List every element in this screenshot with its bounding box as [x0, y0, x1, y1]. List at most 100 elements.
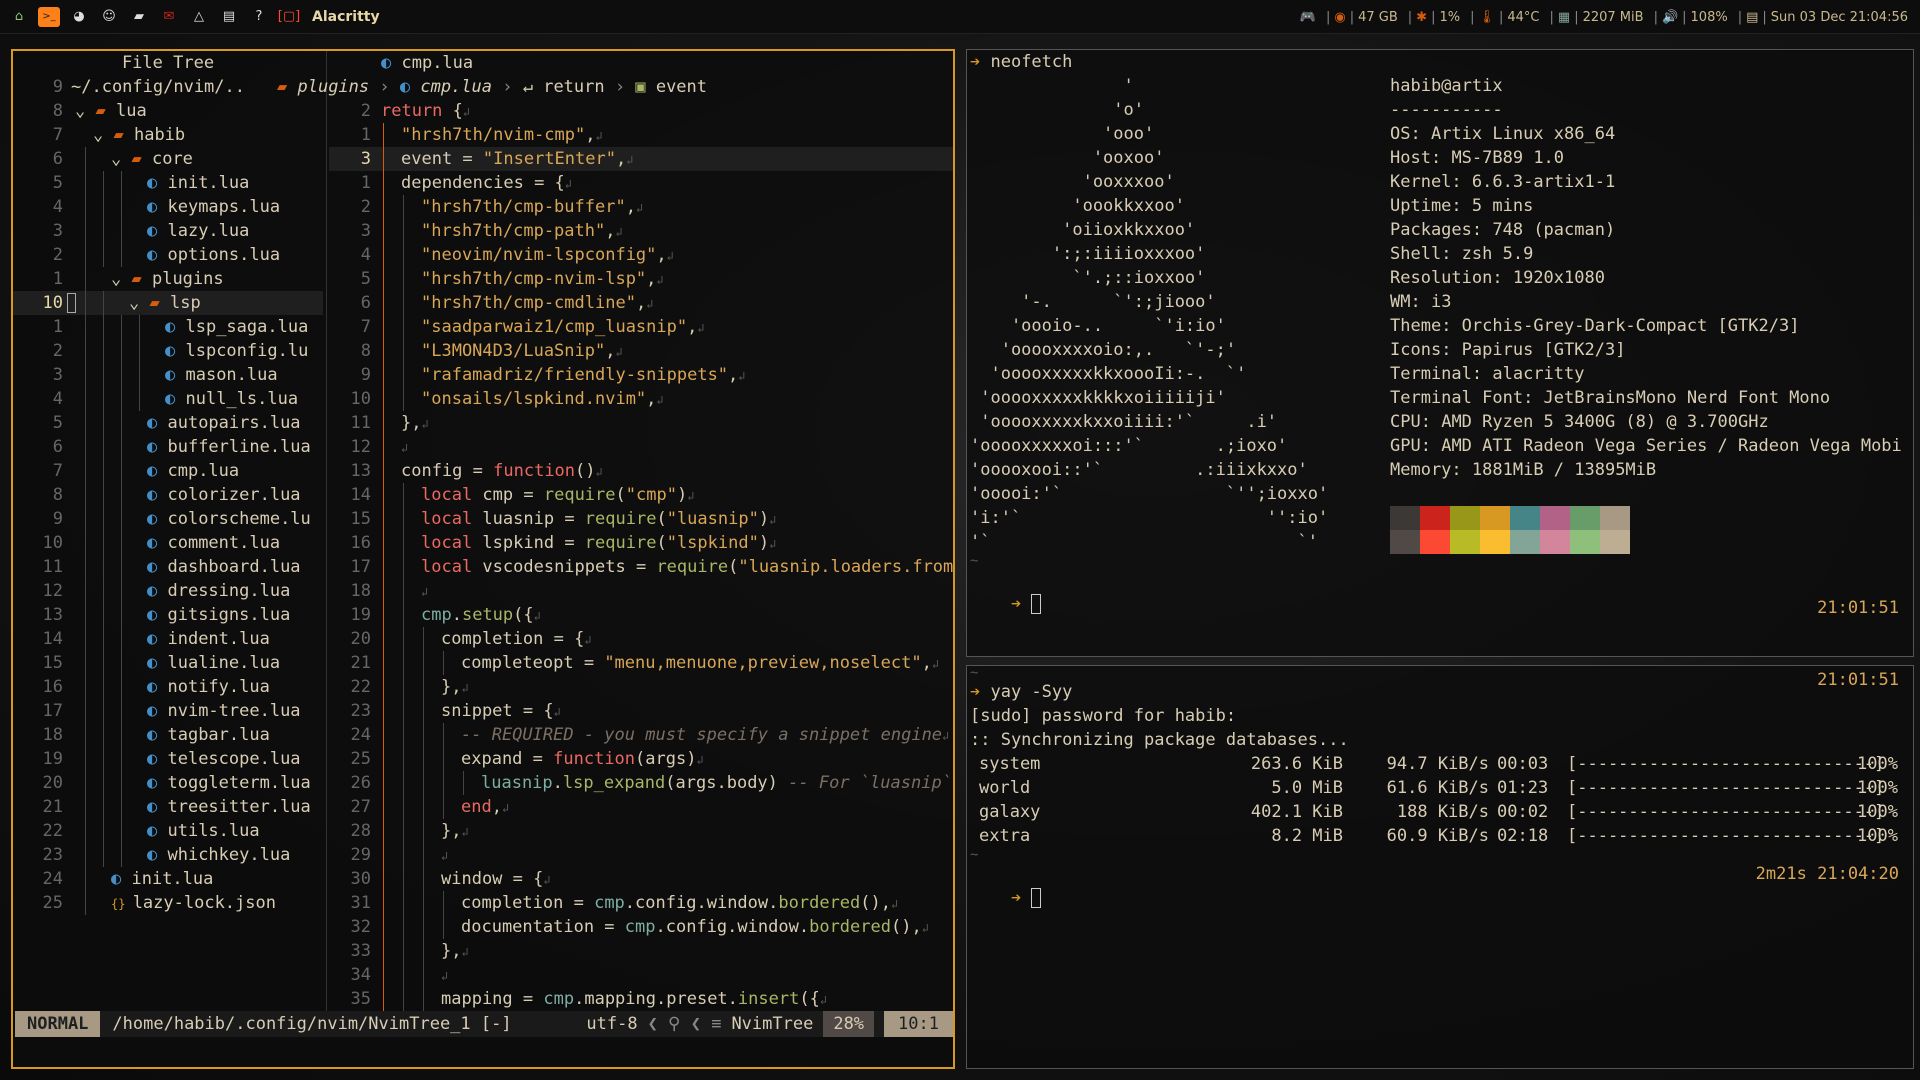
terminal-yay[interactable]: ~ 21:01:51 ➔ yay -Syy [sudo] password fo… [966, 665, 1914, 1069]
home-icon[interactable]: ⌂ [8, 7, 30, 27]
code-line[interactable]: 8 "L3MON4D3/LuaSnip",↲ [329, 339, 953, 363]
code-editor[interactable]: ◐ cmp.lua ▰ plugins › ◐ cmp.lua › ↵ retu… [277, 51, 953, 1011]
code-line[interactable]: 35 mapping = cmp.mapping.preset.insert({↲ [329, 987, 953, 1011]
code-line[interactable]: 15 local luasnip = require("luasnip")↲ [329, 507, 953, 531]
chevron-down-icon[interactable]: ⌄ [111, 149, 131, 169]
tree-file[interactable]: 20 ◐ toggleterm.lua [13, 771, 323, 795]
breadcrumb-item[interactable]: plugins [297, 77, 369, 97]
tab-line[interactable]: ◐ cmp.lua [329, 51, 953, 75]
code-line[interactable]: 14 local cmp = require("cmp")↲ [329, 483, 953, 507]
code-line[interactable]: 11},↲ [329, 411, 953, 435]
mail-icon[interactable]: ✉ [158, 7, 180, 27]
browser-icon[interactable]: ◕ [68, 7, 90, 27]
code-line[interactable]: 2 return {↲ [329, 99, 953, 123]
tree-file[interactable]: 7 ◐ cmp.lua [13, 459, 323, 483]
code-line[interactable]: 31 completion = cmp.config.window.bordere… [329, 891, 953, 915]
code-line[interactable]: 1 "hrsh7th/nvim-cmp",↲ [329, 123, 953, 147]
folder-icon[interactable]: ▰ [128, 7, 150, 27]
code-line[interactable]: 24 -- REQUIRED - you must specify a snipp… [329, 723, 953, 747]
file-tree[interactable]: File Tree 9 ~/.config/nvim/.. 8 ⌄ ▰ lua 7 ⌄ ▰… [13, 51, 323, 1011]
tree-file[interactable]: 21 ◐ treesitter.lua [13, 795, 323, 819]
tree-folder[interactable]: 8 ⌄ ▰ lua [13, 99, 323, 123]
window-icon[interactable]: [▢] [278, 7, 300, 27]
code-line[interactable]: 19 cmp.setup({↲ [329, 603, 953, 627]
code-line[interactable]: 10 "onsails/lspkind.nvim",↲ [329, 387, 953, 411]
tree-file[interactable]: 19 ◐ telescope.lua [13, 747, 323, 771]
code-line[interactable]: 25 expand = function(args)↲ [329, 747, 953, 771]
code-line[interactable]: 29 ↲ [329, 843, 953, 867]
code-line[interactable]: 16 local lspkind = require("lspkind")↲ [329, 531, 953, 555]
code-line[interactable]: 26 luasnip.lsp_expand(args.body) -- For `… [329, 771, 953, 795]
tree-file[interactable]: 2 ◐ options.lua [13, 243, 323, 267]
breadcrumb-item[interactable]: return [543, 77, 604, 97]
chevron-down-icon[interactable]: ⌄ [93, 125, 113, 145]
tree-file[interactable]: 14 ◐ indent.lua [13, 627, 323, 651]
tree-file[interactable]: 22 ◐ utils.lua [13, 819, 323, 843]
tree-file[interactable]: 6 ◐ bufferline.lua [13, 435, 323, 459]
tree-file[interactable]: 4 ◐ null_ls.lua [13, 387, 323, 411]
code-line[interactable]: 2 "hrsh7th/cmp-buffer",↲ [329, 195, 953, 219]
tree-file[interactable]: 24 ◐ init.lua [13, 867, 323, 891]
tree-file[interactable]: 13 ◐ gitsigns.lua [13, 603, 323, 627]
tree-file[interactable]: 3 ◐ lazy.lua [13, 219, 323, 243]
notes-icon[interactable]: ▤ [218, 7, 240, 27]
tree-file[interactable]: 11 ◐ dashboard.lua [13, 555, 323, 579]
terminal-neofetch[interactable]: ➔ neofetch ' 'o' 'ooo' 'ooxoo' 'ooxxxoo'… [966, 49, 1914, 657]
terminal-icon[interactable]: >_ [38, 6, 60, 27]
tree-file[interactable]: 16 ◐ notify.lua [13, 675, 323, 699]
code-line[interactable]: 27 end,↲ [329, 795, 953, 819]
code-line[interactable]: 33},↲ [329, 939, 953, 963]
code-line[interactable]: 13 config = function()↲ [329, 459, 953, 483]
code-line[interactable]: 4 "neovim/nvim-lspconfig",↲ [329, 243, 953, 267]
tree-file[interactable]: 18 ◐ tagbar.lua [13, 723, 323, 747]
discord-icon[interactable]: ☺ [98, 7, 120, 27]
code-line[interactable]: 22},↲ [329, 675, 953, 699]
tree-file[interactable]: 5 ◐ init.lua [13, 171, 323, 195]
breadcrumb-item[interactable]: cmp.lua [420, 77, 492, 97]
code-line[interactable]: 9 "rafamadriz/friendly-snippets",↲ [329, 363, 953, 387]
tree-file[interactable]: 2 ◐ lspconfig.lu [13, 339, 323, 363]
code-line[interactable]: 5 "hrsh7th/cmp-nvim-lsp",↲ [329, 267, 953, 291]
volume-status[interactable]: | 🔊 | 108% [1654, 10, 1728, 25]
chevron-down-icon[interactable]: ⌄ [129, 293, 149, 313]
breadcrumb-item[interactable]: event [656, 77, 707, 97]
code-line[interactable]: 3 "hrsh7th/cmp-path",↲ [329, 219, 953, 243]
tree-folder[interactable]: 6 ⌄ ▰ core [13, 147, 323, 171]
tree-folder[interactable]: 7 ⌄ ▰ habib [13, 123, 323, 147]
code-line[interactable]: 30 window = {↲ [329, 867, 953, 891]
tree-file[interactable]: 5 ◐ autopairs.lua [13, 411, 323, 435]
code-line[interactable]: 1 dependencies = {↲ [329, 171, 953, 195]
code-line[interactable]: 12 ↲ [329, 435, 953, 459]
tree-file[interactable]: 17 ◐ nvim-tree.lua [13, 699, 323, 723]
code-line[interactable]: 18 ↲ [329, 579, 953, 603]
code-line[interactable]: 28},↲ [329, 819, 953, 843]
tree-file[interactable]: 15 ◐ lualine.lua [13, 651, 323, 675]
code-line[interactable]: 3 event = "InsertEnter",↲ [329, 147, 953, 171]
vlc-icon[interactable]: △ [188, 7, 210, 27]
code-line[interactable]: 34 ↲ [329, 963, 953, 987]
tree-file[interactable]: 25 {} lazy-lock.json [13, 891, 323, 915]
tree-file[interactable]: 23 ◐ whichkey.lua [13, 843, 323, 867]
help-icon[interactable]: ? [248, 7, 270, 27]
tree-file[interactable]: 12 ◐ dressing.lua [13, 579, 323, 603]
code-line[interactable]: 7 "saadparwaiz1/cmp_luasnip",↲ [329, 315, 953, 339]
code-line[interactable]: 32 documentation = cmp.config.window.bord… [329, 915, 953, 939]
neovim-window[interactable]: File Tree 9 ~/.config/nvim/.. 8 ⌄ ▰ lua 7 ⌄ ▰… [11, 49, 955, 1069]
code-line[interactable]: 21 completeopt = "menu,menuone,preview,no… [329, 651, 953, 675]
tree-file[interactable]: 8 ◐ colorizer.lua [13, 483, 323, 507]
code-line[interactable]: 17 local vscodesnippets = require("luasni… [329, 555, 953, 579]
tree-folder[interactable]: 1 ⌄ ▰ plugins [13, 267, 323, 291]
tree-file[interactable]: 1 ◐ lsp_saga.lua [13, 315, 323, 339]
tree-file[interactable]: 3 ◐ mason.lua [13, 363, 323, 387]
tree-file[interactable]: 9 ◐ colorscheme.lu [13, 507, 323, 531]
chevron-down-icon[interactable]: ⌄ [111, 269, 131, 289]
tree-file[interactable]: 4 ◐ keymaps.lua [13, 195, 323, 219]
prompt-line-empty[interactable]: ➔ [967, 568, 1913, 614]
code-line[interactable]: 20 completion = {↲ [329, 627, 953, 651]
chevron-down-icon[interactable]: ⌄ [75, 101, 95, 121]
tree-folder[interactable]: 10 ⌄ ▰ lsp [13, 291, 323, 315]
pane-divider[interactable] [326, 51, 327, 1011]
code-line[interactable]: 23 snippet = {↲ [329, 699, 953, 723]
code-line[interactable]: 6 "hrsh7th/cmp-cmdline",↲ [329, 291, 953, 315]
discord-tray-icon[interactable]: 🎮 [1300, 10, 1316, 25]
